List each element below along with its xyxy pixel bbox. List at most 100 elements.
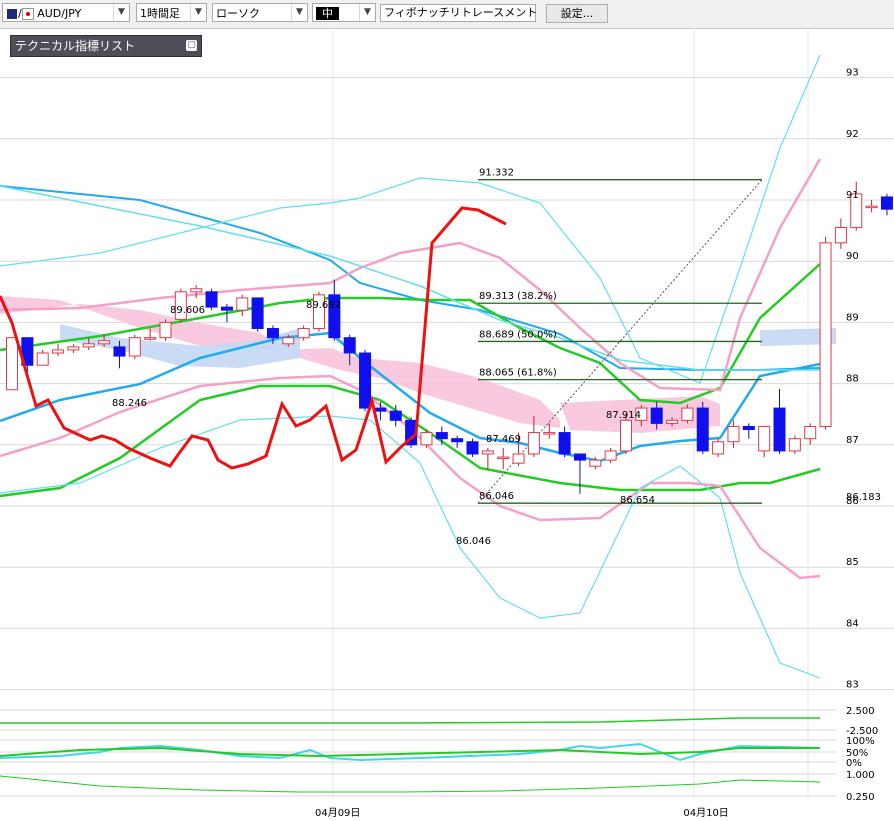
- osc-label: 0.250: [846, 792, 875, 803]
- price-chart[interactable]: 91.332 89.313 (38.2%) 88.689 (50.0%) 88.065…: [0, 28, 894, 821]
- chevron-down-icon: ▼: [359, 4, 375, 21]
- symbol-value: AUD/JPY: [37, 7, 82, 20]
- price-label: 86.046: [456, 536, 491, 547]
- candle-body: [497, 456, 510, 460]
- candle-body: [604, 450, 617, 461]
- chevron-down-icon: ▼: [291, 4, 307, 21]
- chart-style-value: ローソク: [216, 7, 260, 20]
- candle-body: [82, 343, 95, 348]
- candle-body: [773, 407, 786, 452]
- price-label: 87.914: [606, 410, 641, 421]
- timeframe-value: 1時間足: [140, 7, 180, 20]
- y-tick-label: 85: [846, 557, 859, 568]
- candle-body: [282, 337, 295, 345]
- minimize-icon[interactable]: ▢: [186, 40, 197, 51]
- indicator-list-panel[interactable]: テクニカル指標リスト ▢: [10, 35, 202, 57]
- candle-body: [527, 432, 540, 455]
- candle-body: [666, 419, 679, 424]
- chevron-down-icon: ▼: [190, 4, 206, 21]
- candle-body: [420, 432, 433, 446]
- candle-body: [681, 407, 694, 421]
- candle-body: [435, 432, 448, 440]
- candle-body: [573, 453, 586, 461]
- bollinger-outer-upper: [0, 54, 821, 384]
- oscillator-panel: 2.500-2.500100%50%0%1.0000.250: [0, 706, 878, 803]
- candle-body: [113, 346, 126, 357]
- candle-body: [236, 297, 249, 311]
- y-tick-label: 86: [846, 496, 859, 507]
- candle-body: [251, 297, 264, 330]
- y-tick-label: 93: [846, 68, 859, 79]
- y-tick-label: 83: [846, 680, 859, 691]
- osc-line: [0, 717, 820, 724]
- fib-label: 89.313 (38.2%): [479, 291, 557, 302]
- candle-body: [374, 407, 387, 412]
- size-value: 中: [316, 7, 339, 20]
- candle-body: [466, 441, 479, 455]
- candle-body: [451, 438, 464, 443]
- y-tick-label: 89: [846, 312, 859, 323]
- y-tick-label: 88: [846, 374, 859, 385]
- candle-body: [6, 337, 18, 391]
- candle-body: [758, 425, 771, 452]
- fib-label: 91.332: [479, 168, 514, 179]
- candle-body: [788, 438, 801, 452]
- price-label: 88.246: [112, 398, 147, 409]
- price-label: 89.606: [170, 305, 205, 316]
- candle-body: [159, 321, 172, 339]
- osc-line-green-low: [0, 775, 821, 793]
- candle-body: [128, 337, 141, 357]
- candle-body: [220, 306, 233, 311]
- candle-body: [389, 410, 402, 421]
- candle-body: [36, 352, 49, 366]
- candle-body: [266, 328, 279, 339]
- candle-body: [52, 349, 65, 354]
- x-tick-label: 04月10日: [683, 807, 728, 819]
- y-tick-label: 87: [846, 435, 859, 446]
- y-tick-label: 90: [846, 251, 859, 262]
- fib-label: 88.689 (50.0%): [479, 329, 557, 340]
- candle-body: [205, 291, 218, 308]
- osc-label: 1.000: [846, 770, 875, 781]
- timeframe-select[interactable]: 1時間足 ▼: [136, 3, 207, 22]
- y-tick-label: 92: [846, 129, 859, 140]
- candle-body: [98, 340, 111, 345]
- candle-body: [742, 425, 755, 431]
- y-tick-label: 84: [846, 618, 859, 629]
- candle-body: [343, 337, 356, 354]
- candle-body: [558, 432, 571, 455]
- size-select[interactable]: 中 ▼: [312, 3, 376, 22]
- osc-label: 2.500: [846, 706, 875, 717]
- fib-label: 88.065 (61.8%): [479, 368, 557, 379]
- candle-body: [512, 453, 525, 464]
- chart-style-select[interactable]: ローソク ▼: [212, 3, 308, 22]
- candle-body: [834, 227, 847, 244]
- candle-body: [481, 450, 494, 455]
- candle-body: [727, 425, 740, 443]
- y-tick-label: 91: [846, 190, 859, 201]
- chevron-down-icon: ▼: [113, 4, 129, 21]
- candle-body: [696, 407, 709, 452]
- price-label: 86.654: [620, 495, 655, 506]
- settings-button[interactable]: 設定...: [546, 4, 608, 23]
- indicator-list-title: テクニカル指標リスト: [15, 39, 136, 53]
- drawing-tool-field[interactable]: フィボナッチリトレースメント: [380, 4, 537, 22]
- candle-body: [819, 242, 832, 427]
- toolbar: / AUD/JPY ▼ 1時間足 ▼ ローソク ▼ 中 ▼ フィボナッチリトレー…: [0, 0, 894, 29]
- candle-body: [865, 205, 878, 209]
- candle-body: [620, 419, 632, 452]
- candle-body: [297, 328, 310, 339]
- x-tick-label: 04月09日: [315, 807, 360, 819]
- candle-body: [589, 459, 602, 467]
- candle-body: [144, 337, 157, 340]
- symbol-select[interactable]: / AUD/JPY ▼: [2, 3, 130, 22]
- candle-body: [650, 407, 663, 424]
- osc-label: 0%: [846, 758, 862, 769]
- candle-body: [67, 346, 80, 351]
- price-label: 89.692: [306, 300, 341, 311]
- price-label: 87.469: [486, 434, 521, 445]
- au-flag-icon: [6, 8, 18, 20]
- osc-label: 100%: [846, 736, 875, 747]
- candle-body: [712, 441, 725, 455]
- jp-flag-icon: [21, 8, 34, 20]
